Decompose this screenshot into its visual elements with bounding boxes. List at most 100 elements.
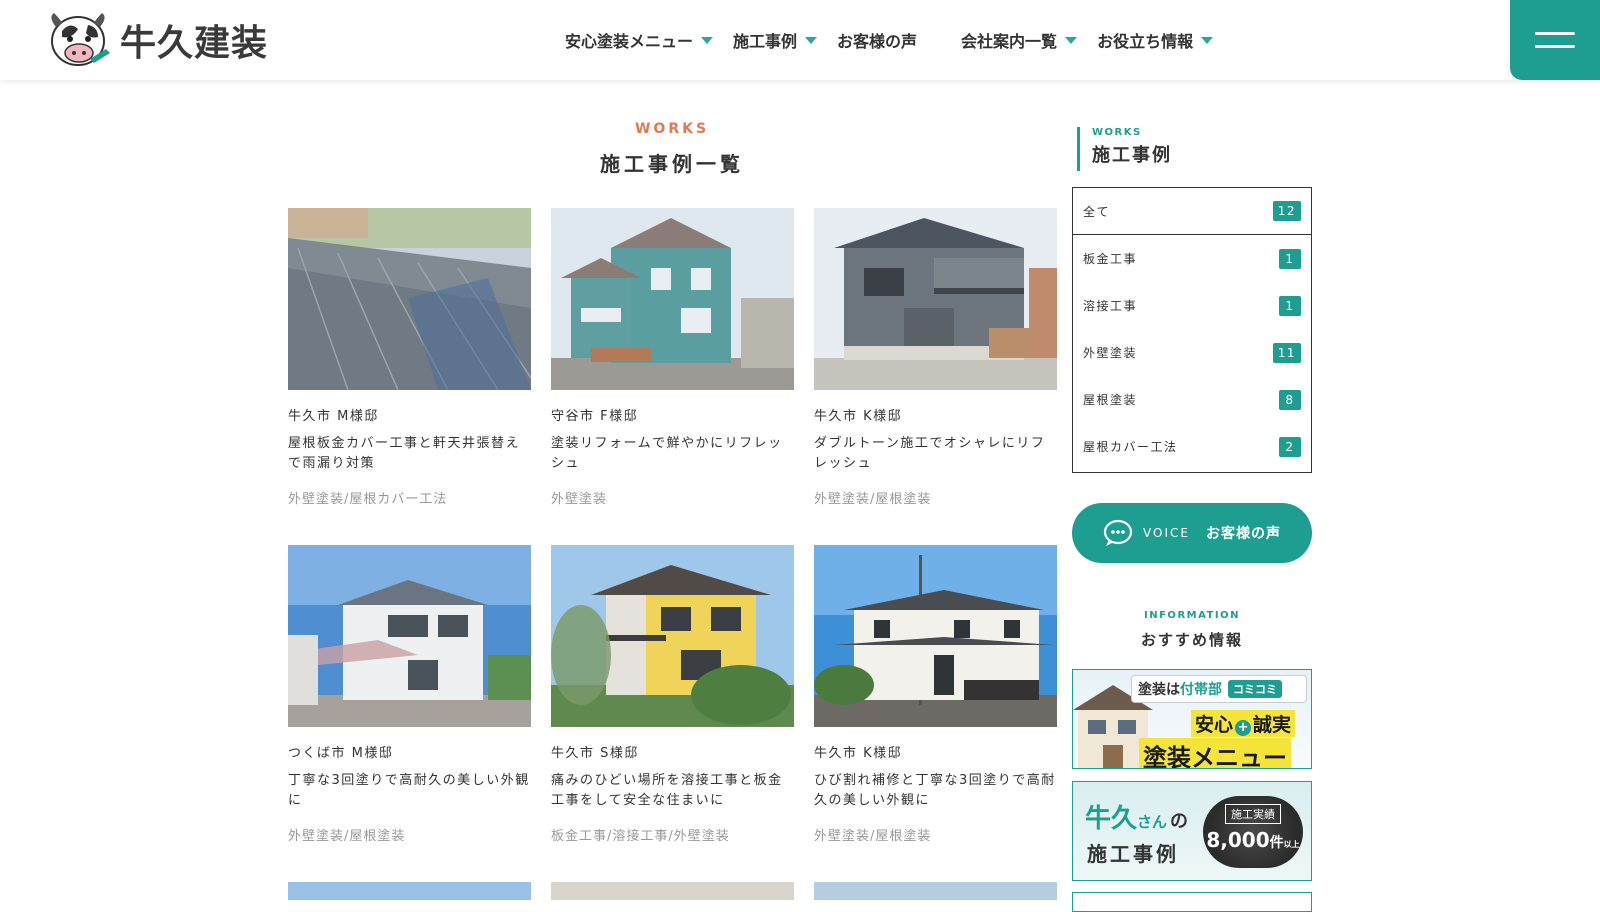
- work-tags: 板金工事/溶接工事/外壁塗装: [551, 829, 730, 844]
- paint-menu-banner[interactable]: 塗装は 付帯部 コミコミ 安心 + 誠実 塗装メニュー: [1072, 669, 1312, 769]
- nav-company[interactable]: 会社案内一覧: [961, 28, 1078, 52]
- hamburger-line: [1535, 32, 1575, 35]
- work-card[interactable]: 牛久市 M様邸 屋根板金カバー工事と軒天井張替えで雨漏り対策 外壁塗装/屋根カバ…: [288, 208, 531, 507]
- badge-number: 8,000: [1206, 828, 1270, 852]
- banner-mid-line: 安心 + 誠実: [1191, 710, 1296, 737]
- work-title: 丁寧な3回塗りで高耐久の美しい外観に: [288, 773, 530, 808]
- banner-text: 牛久: [1085, 804, 1138, 834]
- nav-label: 安心塗装メニュー: [565, 32, 694, 51]
- banner-top-line: 塗装は 付帯部 コミコミ: [1131, 675, 1307, 703]
- category-count-badge: 2: [1279, 436, 1301, 457]
- banner-text: の: [1170, 811, 1189, 832]
- nav-label: お役立ち情報: [1097, 32, 1194, 51]
- banner-text: さん: [1137, 813, 1168, 831]
- work-photo-cream-house: [814, 545, 1057, 727]
- works-count-banner[interactable]: 牛久さんの 施工事例 施工実績 8,000件以上: [1072, 781, 1312, 881]
- chevron-down-icon: [805, 36, 818, 44]
- site-header: 牛久建装 安心塗装メニュー 施工事例 お客様の声 会社案内一覧 お役立ち情報: [0, 0, 1600, 80]
- nav-customer-voice[interactable]: お客様の声: [837, 28, 917, 52]
- category-count-badge: 1: [1279, 248, 1301, 269]
- category-label: 外壁塗装: [1083, 346, 1138, 360]
- category-label: 板金工事: [1083, 252, 1138, 266]
- banner-text: 付帯部: [1180, 682, 1222, 698]
- category-item-all[interactable]: 全て 12: [1073, 188, 1311, 235]
- banner-text: 安心: [1195, 714, 1234, 736]
- section-label-en: WORKS: [634, 121, 710, 137]
- work-card[interactable]: 守谷市 F様邸 塗装リフォームで鮮やかにリフレッシュ 外壁塗装: [551, 208, 794, 507]
- sidebar-banner-partial[interactable]: [1072, 892, 1312, 912]
- global-nav: 安心塗装メニュー 施工事例 お客様の声 会社案内一覧 お役立ち情報: [565, 0, 1233, 80]
- achievement-badge: 施工実績 8,000件以上: [1203, 796, 1303, 868]
- work-photo-roof-metal: [288, 208, 531, 390]
- category-item-sheet-metal[interactable]: 板金工事 1: [1073, 235, 1311, 282]
- work-tags: 外壁塗装/屋根塗装: [288, 829, 406, 844]
- info-heading-en: INFORMATION: [1144, 610, 1240, 621]
- work-card[interactable]: 牛久市 K様邸 ダブルトーン施工でオシャレにリフレッシュ 外壁塗装/屋根塗装: [814, 208, 1057, 507]
- category-label: 屋根塗装: [1083, 393, 1138, 407]
- category-label: 全て: [1083, 204, 1111, 219]
- banner-tag: コミコミ: [1228, 680, 1282, 698]
- work-tags: 外壁塗装/屋根塗装: [814, 829, 932, 844]
- badge-number-line: 8,000件以上: [1203, 828, 1303, 852]
- work-tags: 外壁塗装/屋根塗装: [814, 492, 932, 507]
- work-photo-gray-house: [814, 208, 1057, 390]
- banner-bottom-line: 塗装メニュー: [1139, 738, 1291, 768]
- banner2-line2: 施工事例: [1087, 842, 1179, 866]
- voice-label-ja: お客様の声: [1205, 526, 1281, 542]
- chevron-down-icon: [701, 36, 714, 44]
- badge-text: 施工実績: [1225, 804, 1281, 824]
- work-location: 牛久市 K様邸: [814, 409, 903, 424]
- banner-text: 誠実: [1253, 714, 1292, 736]
- chevron-down-icon: [1201, 36, 1214, 44]
- plus-icon: +: [1235, 720, 1252, 736]
- chevron-down-icon: [1065, 36, 1078, 44]
- nav-safety-paint-menu[interactable]: 安心塗装メニュー: [565, 28, 714, 52]
- work-photo-partial[interactable]: [814, 882, 1057, 900]
- site-logo[interactable]: 牛久建装: [42, 8, 268, 72]
- work-tags: 外壁塗装: [551, 492, 608, 507]
- category-item-welding[interactable]: 溶接工事 1: [1073, 282, 1311, 329]
- work-card[interactable]: 牛久市 S様邸 痛みのひどい場所を溶接工事と板金工事をして安全な住まいに 板金工…: [551, 545, 794, 844]
- voice-label-en: VOICE: [1143, 526, 1190, 540]
- category-item-exterior-wall[interactable]: 外壁塗装 11: [1073, 329, 1311, 376]
- work-location: 牛久市 K様邸: [814, 746, 903, 761]
- info-heading-ja: おすすめ情報: [1140, 631, 1243, 649]
- category-label: 屋根カバー工法: [1083, 440, 1178, 454]
- nav-label: 施工事例: [733, 32, 798, 51]
- work-location: つくば市 M様邸: [288, 746, 394, 761]
- customer-voice-button[interactable]: VOICE お客様の声: [1072, 503, 1312, 563]
- work-location: 守谷市 F様邸: [551, 409, 639, 424]
- work-title: 塗装リフォームで鮮やかにリフレッシュ: [551, 436, 783, 471]
- badge-over: 以上: [1283, 840, 1300, 849]
- work-card[interactable]: つくば市 M様邸 丁寧な3回塗りで高耐久の美しい外観に 外壁塗装/屋根塗装: [288, 545, 531, 844]
- category-count-badge: 8: [1279, 389, 1301, 410]
- work-card[interactable]: 牛久市 K様邸 ひび割れ補修と丁寧な3回塗りで高耐久の美しい外観に 外壁塗装/屋…: [814, 545, 1057, 844]
- category-count-badge: 1: [1279, 295, 1301, 316]
- sidebar-heading-en: WORKS: [1092, 127, 1142, 138]
- work-location: 牛久市 S様邸: [551, 746, 639, 761]
- nav-useful-info[interactable]: お役立ち情報: [1097, 28, 1214, 52]
- work-title: ひび割れ補修と丁寧な3回塗りで高耐久の美しい外観に: [814, 773, 1056, 808]
- page-title: 施工事例一覧: [600, 152, 744, 176]
- sidebar-heading-ja: 施工事例: [1092, 145, 1172, 166]
- work-location: 牛久市 M様邸: [288, 409, 379, 424]
- category-item-roof-cover[interactable]: 屋根カバー工法 2: [1073, 423, 1311, 470]
- work-photo-partial[interactable]: [551, 882, 794, 900]
- category-item-roof-paint[interactable]: 屋根塗装 8: [1073, 376, 1311, 423]
- hamburger-line: [1535, 45, 1575, 48]
- work-photo-teal-house: [551, 208, 794, 390]
- work-photo-white-house: [288, 545, 531, 727]
- work-title: 痛みのひどい場所を溶接工事と板金工事をして安全な住まいに: [551, 773, 783, 808]
- nav-label: 会社案内一覧: [961, 32, 1058, 51]
- hamburger-menu-button[interactable]: [1510, 0, 1600, 80]
- work-photo-partial[interactable]: [288, 882, 531, 900]
- work-photo-yellow-house: [551, 545, 794, 727]
- category-count-badge: 12: [1272, 201, 1301, 221]
- category-list: 全て 12 板金工事 1 溶接工事 1 外壁塗装 11 屋根塗装 8 屋根カバー…: [1072, 187, 1312, 473]
- nav-works[interactable]: 施工事例: [733, 28, 818, 52]
- nav-label: お客様の声: [837, 32, 918, 51]
- cow-mascot-icon: [51, 13, 110, 66]
- logo-text: 牛久建装: [120, 23, 269, 64]
- category-label: 溶接工事: [1083, 299, 1138, 313]
- banner2-line1: 牛久さんの: [1085, 798, 1188, 835]
